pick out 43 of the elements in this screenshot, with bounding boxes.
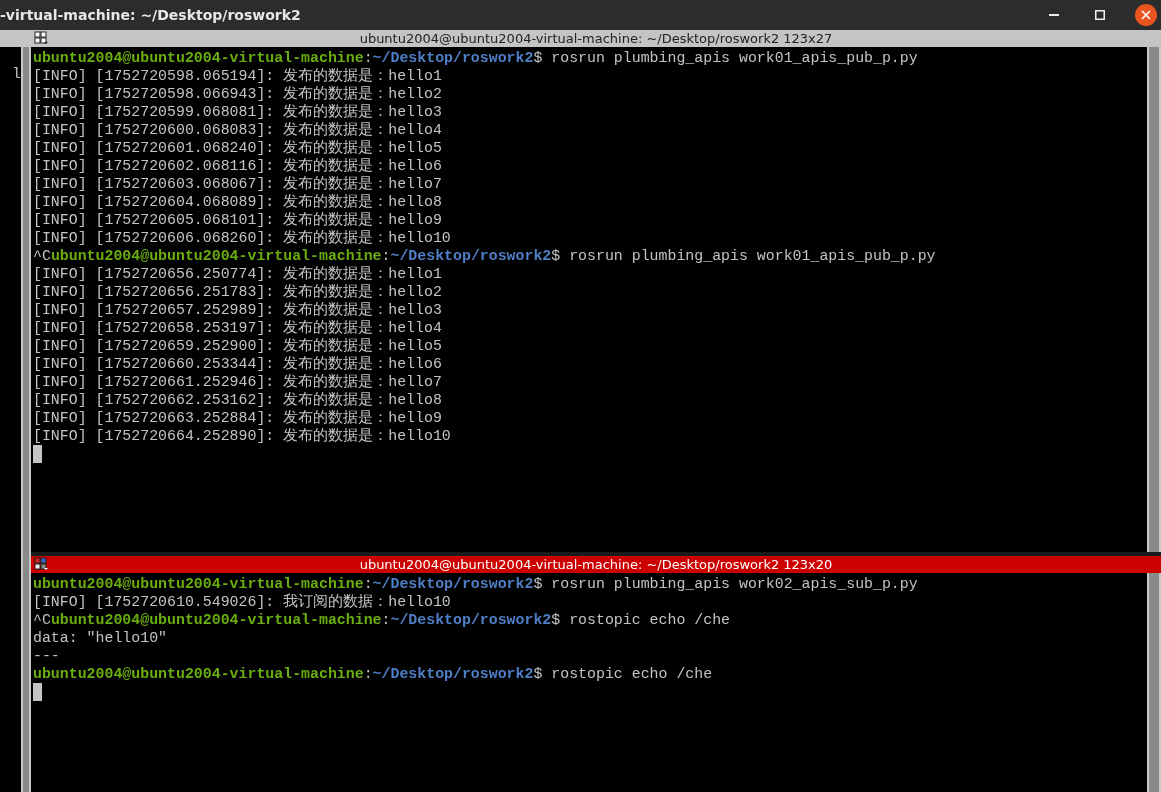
pane-grid-icon[interactable] (34, 31, 49, 45)
output-line: data: "hello10" (33, 630, 168, 646)
pane-title: ubuntu2004@ubuntu2004-virtual-machine: ~/Desktop/roswork2 123x27 (359, 31, 833, 46)
terminal-text: l (11, 66, 21, 85)
output-line: [INFO] [1752720660.253344]: 发布的数据是：hello6 (33, 356, 442, 372)
prompt-line: ubuntu2004@ubuntu2004-virtual-machine:~/Desktop/roswork2$ rosrun plumbing_apis work01_apis_pub_p.py (33, 50, 918, 66)
prompt-line: ubuntu2004@ubuntu2004-virtual-machine:~/Desktop/roswork2$ rostopic echo /che (33, 666, 713, 682)
text-cursor (33, 445, 42, 463)
output-line: [INFO] [1752720656.251783]: 发布的数据是：hello2 (33, 284, 442, 300)
scrollbar-thumb[interactable] (1149, 573, 1159, 792)
output-line: [INFO] [1752720662.253162]: 发布的数据是：hello8 (33, 392, 442, 408)
close-button[interactable] (1135, 4, 1157, 26)
pane-grid-icon[interactable] (34, 557, 49, 571)
output-line: [INFO] [1752720606.068260]: 发布的数据是：hello10 (33, 230, 451, 246)
output-line: [INFO] [1752720600.068083]: 发布的数据是：hello4 (33, 122, 442, 138)
scrollbar[interactable] (21, 47, 31, 792)
output-line: [INFO] [1752720599.068081]: 发布的数据是：hello3 (33, 104, 442, 120)
minimize-icon (1049, 14, 1059, 16)
close-icon (1141, 10, 1151, 20)
text-cursor (33, 683, 42, 701)
output-line: [INFO] [1752720601.068240]: 发布的数据是：hello5 (33, 140, 442, 156)
output-line: [INFO] [1752720605.068101]: 发布的数据是：hello9 (33, 212, 442, 228)
prompt-line: ubuntu2004@ubuntu2004-virtual-machine:~/Desktop/roswork2$ rosrun plumbing_apis work02_apis_sub_p.py (33, 576, 918, 592)
output-line: [INFO] [1752720664.252890]: 发布的数据是：hello10 (33, 428, 451, 444)
scrollbar-thumb[interactable] (1149, 47, 1159, 552)
output-line: [INFO] [1752720658.253197]: 发布的数据是：hello4 (33, 320, 442, 336)
window-title: -virtual-machine: ~/Desktop/roswork2 (0, 6, 302, 25)
output-line: [INFO] [1752720663.252884]: 发布的数据是：hello9 (33, 410, 442, 426)
output-line: [INFO] [1752720657.252989]: 发布的数据是：hello3 (33, 302, 442, 318)
maximize-icon (1095, 10, 1105, 20)
output-line: --- (33, 648, 60, 664)
pane-title: ubuntu2004@ubuntu2004-virtual-machine: ~/Desktop/roswork2 123x20 (359, 557, 833, 572)
output-line: [INFO] [1752720604.068089]: 发布的数据是：hello8 (33, 194, 442, 210)
prompt-line: ^Cubuntu2004@ubuntu2004-virtual-machine:~/Desktop/roswork2$ rostopic echo /che (33, 612, 731, 628)
prompt-line: ^Cubuntu2004@ubuntu2004-virtual-machine:~/Desktop/roswork2$ rosrun plumbing_apis work01_apis_pub_p.py (33, 248, 936, 264)
output-line: [INFO] [1752720661.252946]: 发布的数据是：hello7 (33, 374, 442, 390)
output-line: [INFO] [1752720602.068116]: 发布的数据是：hello6 (33, 158, 442, 174)
output-line: [INFO] [1752720603.068067]: 发布的数据是：hello7 (33, 176, 442, 192)
output-line: [INFO] [1752720656.250774]: 发布的数据是：hello1 (33, 266, 442, 282)
output-line: [INFO] [1752720610.549026]: 我订阅的数据：hello10 (33, 594, 451, 610)
output-line: [INFO] [1752720598.065194]: 发布的数据是：hello1 (33, 68, 442, 84)
output-line: [INFO] [1752720598.066943]: 发布的数据是：hello2 (33, 86, 442, 102)
output-line: [INFO] [1752720659.252900]: 发布的数据是：hello5 (33, 338, 442, 354)
